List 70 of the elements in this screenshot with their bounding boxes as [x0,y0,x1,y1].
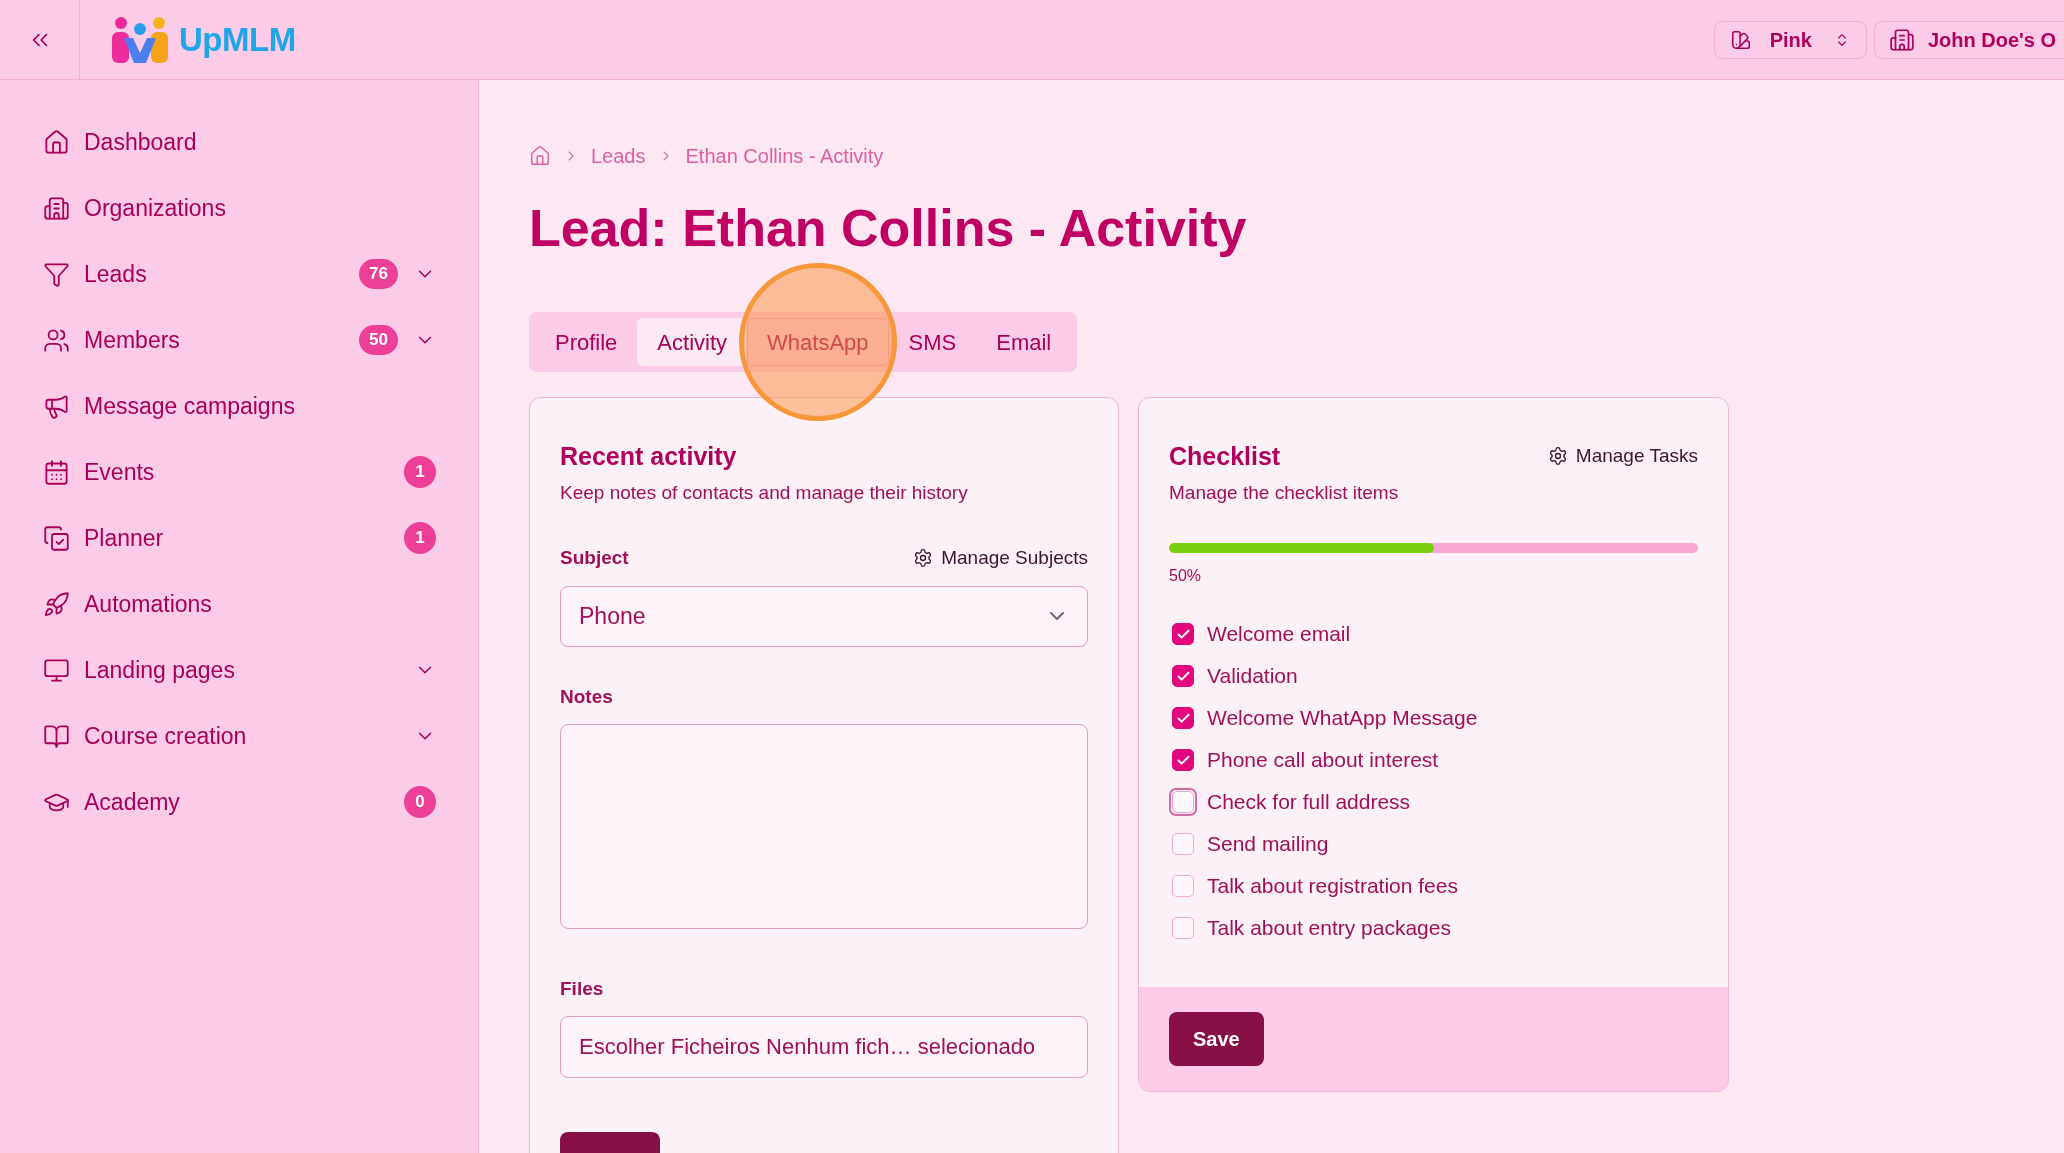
sidebar-item[interactable]: Members 50 [43,307,436,373]
checkbox[interactable] [1172,875,1194,897]
settings-icon [1547,446,1568,466]
sidebar-item[interactable]: Academy 0 [43,769,436,835]
count-badge: 0 [404,786,436,818]
sidebar-item[interactable]: Course creation [43,703,436,769]
field-label: Subject [560,546,629,570]
copy-check-icon [43,524,70,552]
sidebar-item[interactable]: Automations [43,571,436,637]
field-label: Notes [560,684,614,709]
megaphone-icon [43,392,70,420]
card-subtitle: Keep notes of contacts and manage their history [560,481,969,505]
calendar-icon [43,458,70,486]
count-badge: 1 [404,456,436,488]
count-badge: 76 [359,259,398,289]
tab[interactable]: Email [976,318,1072,366]
checkbox[interactable] [1172,833,1194,855]
checklist-label: Talk about registration fees [1207,873,1458,900]
swatch-book-icon [1729,28,1752,51]
checklist-label: Welcome email [1207,621,1351,648]
card-title: Recent activity [560,441,738,472]
subject-select[interactable]: Phone [560,585,1088,647]
tab[interactable]: Profile [535,318,638,366]
progress-reading: 50% [1169,566,1203,586]
checklist-label: Send mailing [1207,831,1329,858]
save-button[interactable]: Save [1169,1012,1264,1066]
logo-text: UpMLM [179,19,296,60]
checklist-label: Welcome WhatApp Message [1207,705,1478,732]
sidebar-item[interactable]: Message campaigns [43,373,436,439]
checklist-label: Phone call about interest [1207,747,1439,774]
sidebar-item[interactable]: Landing pages [43,637,436,703]
card-title: Checklist [1169,441,1282,472]
checkbox[interactable] [1172,665,1194,687]
theme-selector[interactable]: Pink [1713,20,1867,59]
notes-field[interactable] [560,724,1088,929]
tab[interactable]: Activity [637,318,748,366]
rocket-icon [43,590,70,618]
building-icon [1888,26,1915,53]
organization-selector[interactable]: John Doe's O [1873,20,2064,59]
count-badge: 50 [359,325,398,355]
breadcrumb-current: Ethan Collins - Activity [685,144,884,169]
checklist-label: Check for full address [1207,789,1411,816]
sidebar-item[interactable]: Dashboard [43,109,436,175]
field-label: Files [560,977,605,1001]
checklist-label: Talk about entry packages [1207,915,1451,942]
checkbox[interactable] [1172,623,1194,645]
sidebar-item[interactable]: Organizations [43,175,436,241]
sidebar-item[interactable]: Leads 76 [43,241,436,307]
page-title: Lead: Ethan Collins - Activity [529,199,1248,257]
house-icon [43,128,70,156]
sidebar-item[interactable]: Planner 1 [43,505,436,571]
count-badge: 1 [404,522,436,554]
checkbox[interactable] [1172,707,1194,729]
breadcrumb-link[interactable]: Leads [591,141,646,171]
logo-icon [111,16,169,63]
manage-subjects-link[interactable]: Manage Subjects [913,544,1088,573]
monitor-icon [43,656,70,684]
tab[interactable]: SMS [888,318,977,366]
checkbox[interactable] [1172,749,1194,771]
checkbox[interactable] [1172,917,1194,939]
sidebar-item[interactable]: Events 1 [43,439,436,505]
building-icon [43,194,70,222]
book-icon [43,722,70,750]
checklist-label: Validation [1207,663,1298,690]
funnel-icon [43,260,70,288]
settings-icon [913,548,934,569]
card-subtitle: Manage the checklist items [1169,481,1399,505]
home-icon[interactable] [529,145,551,167]
manage-tasks-link[interactable]: Manage Tasks [1547,440,1698,472]
file-input[interactable]: Escolher Ficheiros Nenhum fich… selecionado [560,1015,1088,1078]
